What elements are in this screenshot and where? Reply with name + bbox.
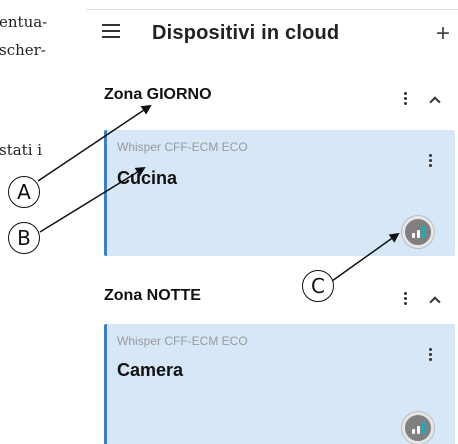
callout-arrow-a (37, 104, 152, 182)
callout-label-c: C (302, 270, 334, 302)
callout-arrow-b (39, 166, 146, 233)
callout-label-a: A (8, 176, 40, 208)
callout-arrows (37, 104, 400, 282)
callout-label-b: B (8, 222, 40, 254)
callout-arrow-c (331, 232, 400, 282)
